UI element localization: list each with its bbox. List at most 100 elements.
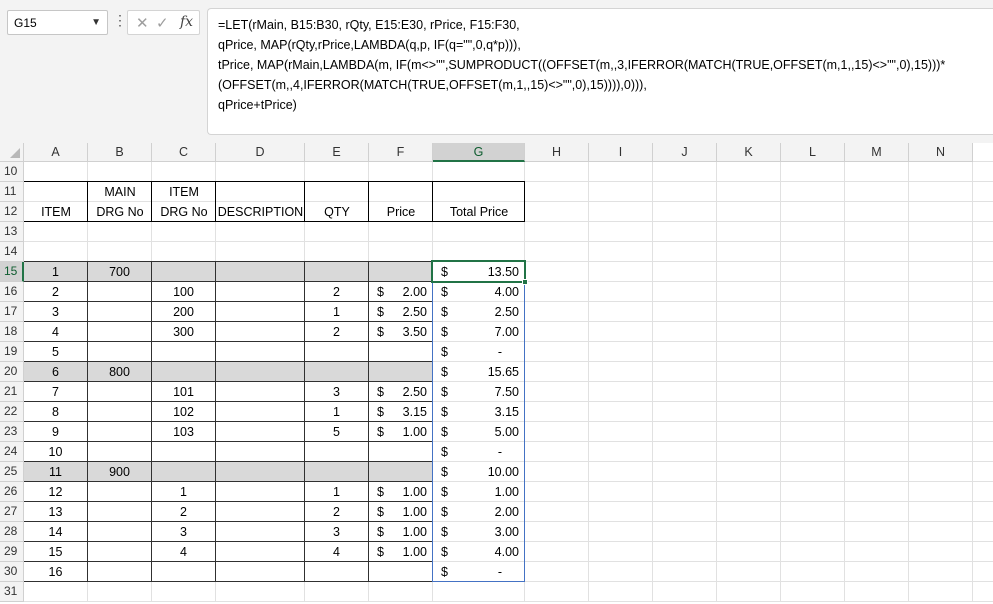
row-header-26[interactable]: 26: [0, 482, 24, 502]
cell-item[interactable]: 16: [24, 562, 87, 582]
cell-item[interactable]: 10: [24, 442, 87, 462]
cell-total-price[interactable]: 2.00: [433, 502, 524, 522]
row-header-24[interactable]: 24: [0, 442, 24, 462]
cell-item[interactable]: 6: [24, 362, 87, 382]
cancel-icon[interactable]: ✕: [136, 14, 149, 32]
row-header-12[interactable]: 12: [0, 202, 24, 222]
row-header-15[interactable]: 15: [0, 262, 24, 282]
column-header-m[interactable]: M: [845, 143, 909, 162]
cell-main-drg[interactable]: 700: [88, 262, 151, 282]
cell-price[interactable]: 1.00: [369, 482, 432, 502]
cell-item[interactable]: 13: [24, 502, 87, 522]
cell-total-price[interactable]: 10.00: [433, 462, 524, 482]
cell-qty[interactable]: 1: [305, 402, 368, 422]
cell-item-drg[interactable]: 4: [152, 542, 215, 562]
formula-input[interactable]: =LET(rMain, B15:B30, rQty, E15:E30, rPri…: [207, 8, 993, 135]
cell-total-price[interactable]: -: [433, 342, 524, 362]
more-options-icon[interactable]: ⋮: [113, 12, 127, 32]
cell-item-drg[interactable]: 3: [152, 522, 215, 542]
cell-item[interactable]: 14: [24, 522, 87, 542]
cell-price[interactable]: 2.50: [369, 382, 432, 402]
row-header-25[interactable]: 25: [0, 462, 24, 482]
column-header-c[interactable]: C: [152, 143, 216, 162]
row-header-30[interactable]: 30: [0, 562, 24, 582]
cell-qty[interactable]: 2: [305, 502, 368, 522]
cell-item-drg[interactable]: 200: [152, 302, 215, 322]
cell-item[interactable]: 7: [24, 382, 87, 402]
column-header-e[interactable]: E: [305, 143, 369, 162]
name-box[interactable]: G15 ▼: [7, 10, 108, 35]
row-header-16[interactable]: 16: [0, 282, 24, 302]
row-header-23[interactable]: 23: [0, 422, 24, 442]
worksheet-grid[interactable]: A B C D E F G H I J K L M N 10 11 12 13 14 15 16 17 18 19 20 21 22…: [0, 143, 993, 604]
row-header-20[interactable]: 20: [0, 362, 24, 382]
cell-price[interactable]: 2.50: [369, 302, 432, 322]
cell-item[interactable]: 3: [24, 302, 87, 322]
cell-item[interactable]: 15: [24, 542, 87, 562]
cell-main-drg[interactable]: 900: [88, 462, 151, 482]
cell-price[interactable]: 1.00: [369, 542, 432, 562]
cell-total-price[interactable]: 4.00: [433, 542, 524, 562]
row-header-29[interactable]: 29: [0, 542, 24, 562]
row-header-11[interactable]: 11: [0, 182, 24, 202]
cell-item[interactable]: 5: [24, 342, 87, 362]
cell-item-drg[interactable]: 1: [152, 482, 215, 502]
cell-item-drg[interactable]: 100: [152, 282, 215, 302]
cell-qty[interactable]: 1: [305, 482, 368, 502]
column-header-k[interactable]: K: [717, 143, 781, 162]
cell-total-price[interactable]: 5.00: [433, 422, 524, 442]
column-header-i[interactable]: I: [589, 143, 653, 162]
cell-qty[interactable]: 3: [305, 522, 368, 542]
cell-item[interactable]: 12: [24, 482, 87, 502]
row-header-14[interactable]: 14: [0, 242, 24, 262]
column-header-g[interactable]: G: [433, 143, 525, 162]
column-header-a[interactable]: A: [24, 143, 88, 162]
column-header-h[interactable]: H: [525, 143, 589, 162]
cell-price[interactable]: 3.15: [369, 402, 432, 422]
column-header-f[interactable]: F: [369, 143, 433, 162]
chevron-down-icon[interactable]: ▼: [91, 17, 101, 28]
cell-total-price[interactable]: 7.50: [433, 382, 524, 402]
cell-item[interactable]: 8: [24, 402, 87, 422]
cell-item[interactable]: 4: [24, 322, 87, 342]
cell-qty[interactable]: 2: [305, 282, 368, 302]
cell-total-price[interactable]: 7.00: [433, 322, 524, 342]
cell-total-price[interactable]: 1.00: [433, 482, 524, 502]
column-header-d[interactable]: D: [216, 143, 305, 162]
cell-total-price[interactable]: 15.65: [433, 362, 524, 382]
cell-qty[interactable]: 5: [305, 422, 368, 442]
check-icon[interactable]: ✓: [156, 14, 169, 32]
column-header-n[interactable]: N: [909, 143, 973, 162]
row-header-27[interactable]: 27: [0, 502, 24, 522]
cell-item[interactable]: 2: [24, 282, 87, 302]
cell-item[interactable]: 11: [24, 462, 87, 482]
row-header-28[interactable]: 28: [0, 522, 24, 542]
insert-function-icon[interactable]: fx: [180, 14, 193, 30]
row-header-22[interactable]: 22: [0, 402, 24, 422]
row-header-17[interactable]: 17: [0, 302, 24, 322]
column-header-j[interactable]: J: [653, 143, 717, 162]
cell-price[interactable]: 1.00: [369, 422, 432, 442]
cell-item-drg[interactable]: 2: [152, 502, 215, 522]
active-cell-outline[interactable]: [431, 260, 526, 283]
fill-handle[interactable]: [522, 279, 528, 285]
cell-main-drg[interactable]: 800: [88, 362, 151, 382]
cell-total-price[interactable]: 3.15: [433, 402, 524, 422]
column-header-b[interactable]: B: [88, 143, 152, 162]
row-header-18[interactable]: 18: [0, 322, 24, 342]
cell-item[interactable]: 9: [24, 422, 87, 442]
cell-total-price[interactable]: 4.00: [433, 282, 524, 302]
row-header-31[interactable]: 31: [0, 582, 24, 602]
row-header-10[interactable]: 10: [0, 162, 24, 182]
cell-total-price[interactable]: 2.50: [433, 302, 524, 322]
row-header-19[interactable]: 19: [0, 342, 24, 362]
column-header-l[interactable]: L: [781, 143, 845, 162]
cell-total-price[interactable]: -: [433, 562, 524, 582]
cell-price[interactable]: 3.50: [369, 322, 432, 342]
cell-item-drg[interactable]: 102: [152, 402, 215, 422]
cell-item-drg[interactable]: 300: [152, 322, 215, 342]
cell-qty[interactable]: 1: [305, 302, 368, 322]
cell-qty[interactable]: 3: [305, 382, 368, 402]
cell-item-drg[interactable]: 101: [152, 382, 215, 402]
cell-item-drg[interactable]: 103: [152, 422, 215, 442]
